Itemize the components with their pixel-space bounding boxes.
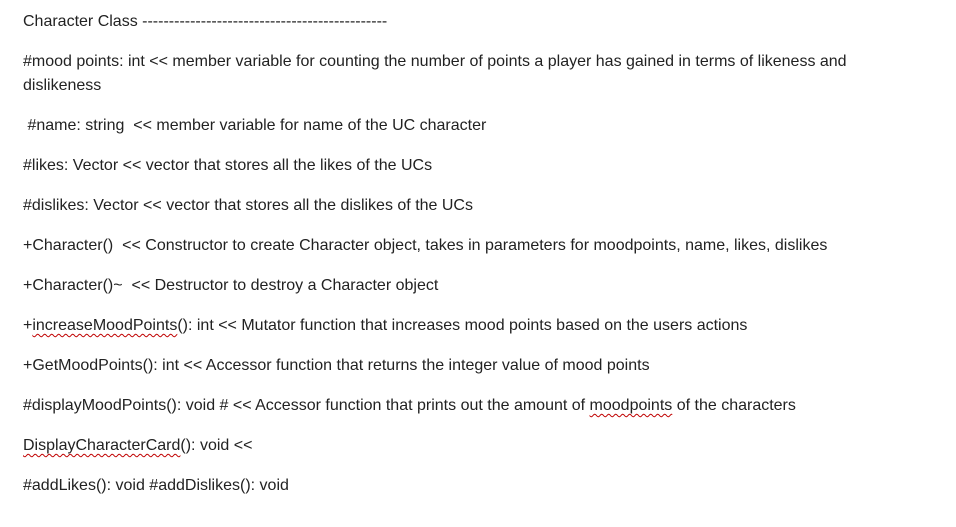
line-dislikes: #dislikes: Vector << vector that stores … <box>23 197 473 214</box>
spelling-flagged-word[interactable]: increaseMoodPoints <box>32 317 177 334</box>
line-likes: #likes: Vector << vector that stores all… <box>23 157 433 174</box>
line-add-likes-dislikes: #addLikes(): void #addDislikes(): void <box>23 477 289 494</box>
line-suffix: of the characters <box>672 397 796 414</box>
line-prefix: + <box>23 317 33 334</box>
line-constructor: +Character() << Constructor to create Ch… <box>23 237 828 254</box>
line-destructor: +Character()~ << Destructor to destroy a… <box>23 277 439 294</box>
line-display-character-card: DisplayCharacterCard(): void << <box>23 434 252 458</box>
line-prefix: #displayMoodPoints(): void # << Accessor… <box>23 397 590 414</box>
spelling-flagged-word[interactable]: DisplayCharacterCard <box>23 437 180 454</box>
class-heading: Character Class ------------------------… <box>23 13 388 30</box>
line-mood-points: #mood points: int << member variable for… <box>23 53 847 94</box>
line-name: #name: string << member variable for nam… <box>23 117 487 134</box>
spelling-flagged-word[interactable]: moodpoints <box>590 397 673 414</box>
line-get-mood-points: +GetMoodPoints(): int << Accessor functi… <box>23 357 650 374</box>
document-body: Character Class ------------------------… <box>0 0 956 527</box>
line-suffix: (): void << <box>180 437 253 454</box>
line-increase-mood-points: +increaseMoodPoints(): int << Mutator fu… <box>23 314 747 338</box>
line-suffix: (): int << Mutator function that increas… <box>177 317 748 334</box>
line-display-mood-points: #displayMoodPoints(): void # << Accessor… <box>23 394 796 418</box>
